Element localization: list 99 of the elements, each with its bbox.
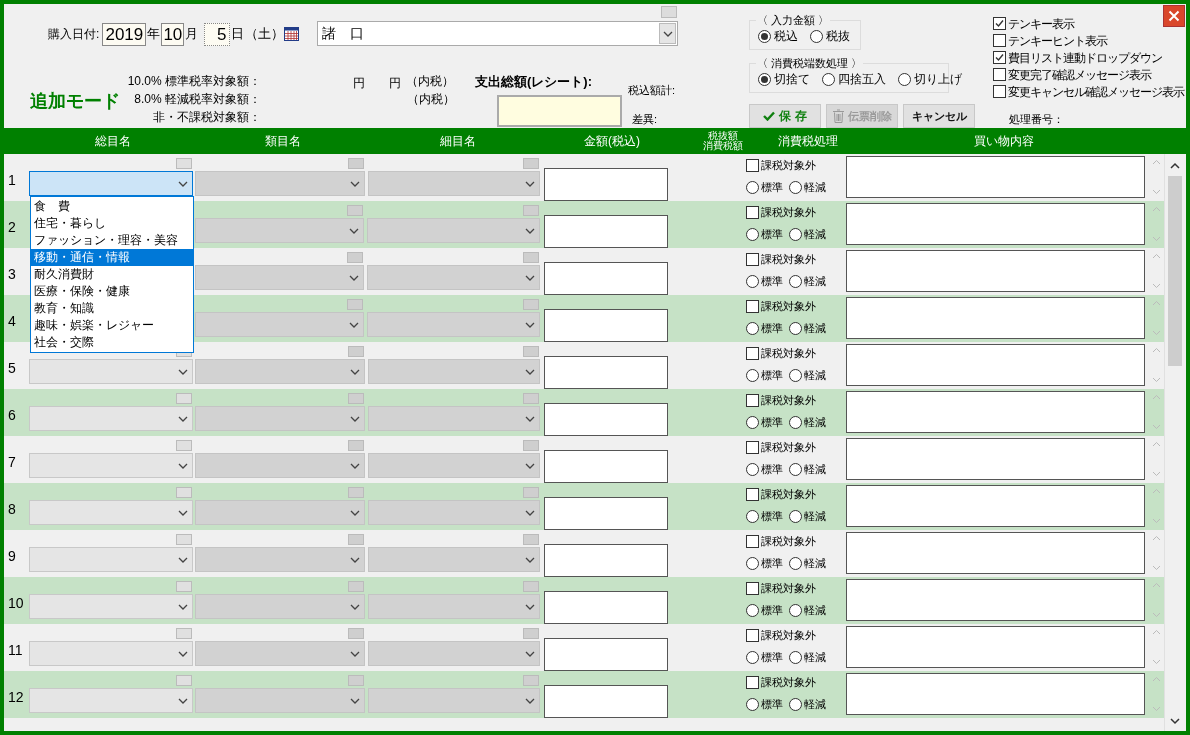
tax-base-label: 8.0% 軽減税率対象額： [134, 91, 261, 108]
total-label: 差異: [632, 111, 659, 127]
save-button[interactable]: 保 存 [749, 104, 821, 128]
setting-label: 変更完了確認メッセージ表示 [1008, 66, 1151, 84]
mode-label: 追加モード [30, 90, 121, 113]
receipt-total-label: 支出総額(レシート): [475, 73, 593, 91]
radio-label: 軽減 [803, 367, 826, 383]
yen-unit: 円 [389, 75, 401, 92]
radio-label: 軽減 [803, 461, 826, 477]
row-number: 4 [7, 313, 17, 329]
group-title: 〈 入力金額 〉 [756, 12, 831, 29]
dropdown-option[interactable]: 移動・通信・情報 [31, 249, 193, 266]
row-number: 1 [7, 172, 17, 188]
radio-label: 軽減 [803, 414, 826, 430]
dropdown-option[interactable]: 社会・交際 [31, 334, 193, 351]
column-header: 総目名 [95, 133, 131, 150]
radio-label: 税込 [774, 28, 798, 45]
radio-label: 標準 [760, 508, 783, 524]
dropdown-option[interactable]: 住宅・暮らし [31, 215, 193, 232]
radio-label: 切り上げ [914, 71, 962, 88]
group-title: 〈 消費税端数処理 〉 [756, 55, 864, 72]
checkbox-label: 課税対象外 [760, 486, 816, 502]
column-header: 買い物内容 [974, 133, 1034, 150]
weekday-label: （土） [245, 25, 285, 44]
yen-unit: 円 [353, 75, 365, 92]
column-header: 金額(税込) [584, 133, 640, 150]
tax-note: （内税） [407, 91, 455, 108]
row-number: 12 [7, 689, 25, 705]
checkbox-label: 課税対象外 [760, 157, 816, 173]
row-number: 3 [7, 266, 17, 282]
radio-label: 標準 [760, 461, 783, 477]
setting-label: テンキーヒント表示 [1008, 32, 1107, 50]
tax-note: （内税） [406, 73, 454, 90]
row-number: 6 [7, 407, 17, 423]
radio-label: 標準 [760, 367, 783, 383]
checkbox-label: 課税対象外 [760, 392, 816, 408]
dropdown-option[interactable]: 医療・保険・健康 [31, 283, 193, 300]
day-unit: 日 [231, 25, 245, 44]
dropdown-option[interactable]: 食 費 [31, 198, 193, 215]
year-unit: 年 [147, 25, 161, 44]
checkbox-label: 課税対象外 [760, 627, 816, 643]
column-header: 類目名 [265, 133, 301, 150]
radio-label: 軽減 [803, 649, 826, 665]
setting-label: 変更キャンセル確認メッセージ表示 [1008, 83, 1184, 101]
checkbox-label: 課税対象外 [760, 345, 816, 361]
radio-label: 軽減 [803, 320, 826, 336]
radio-label: 軽減 [803, 555, 826, 571]
checkbox-label: 課税対象外 [760, 580, 816, 596]
checkbox-label: 課税対象外 [760, 533, 816, 549]
year-field[interactable]: 2019 [102, 22, 147, 46]
checkbox-label: 課税対象外 [760, 204, 816, 220]
store-combo-box[interactable]: 諸 口 [317, 21, 679, 46]
radio-label: 軽減 [803, 226, 826, 242]
dropdown-option[interactable]: ファッション・理容・美容 [31, 232, 193, 249]
radio-label: 四捨五入 [838, 71, 886, 88]
row-number: 8 [7, 501, 17, 517]
row-number: 5 [7, 360, 17, 376]
radio-label: 標準 [760, 696, 783, 712]
radio-label: 軽減 [803, 696, 826, 712]
radio-label: 軽減 [803, 179, 826, 195]
column-header: 税抜額 消費税額 [703, 131, 743, 151]
dropdown-option[interactable]: 趣味・娯楽・レジャー [31, 317, 193, 334]
month-field[interactable]: 10 [161, 22, 185, 46]
radio-label: 標準 [760, 273, 783, 289]
checkbox-label: 課税対象外 [760, 439, 816, 455]
checkbox-label: 課税対象外 [760, 298, 816, 314]
month-unit: 月 [185, 25, 199, 44]
total-label: 税込額計: [628, 83, 676, 98]
date-label: 購入日付: [48, 26, 100, 43]
setting-label: 費目リスト連動ドロップダウン [1008, 49, 1162, 67]
setting-label: テンキー表示 [1008, 15, 1074, 33]
radio-label: 標準 [760, 649, 783, 665]
row-number: 2 [7, 219, 17, 235]
radio-label: 標準 [760, 414, 783, 430]
column-header: 細目名 [440, 133, 476, 150]
radio-label: 標準 [760, 602, 783, 618]
tax-base-label: 非・不課税対象額： [153, 109, 261, 126]
checkbox-label: 課税対象外 [760, 251, 816, 267]
row-number: 9 [7, 548, 17, 564]
tax-base-label: 10.0% 標準税率対象額： [127, 73, 261, 90]
radio-label: 税抜 [826, 28, 850, 45]
dropdown-option[interactable]: 耐久消費財 [31, 266, 193, 283]
process-number-label: 処理番号： [1009, 112, 1065, 127]
radio-label: 切捨て [774, 71, 810, 88]
column-header: 消費税処理 [778, 133, 838, 150]
radio-label: 標準 [760, 320, 783, 336]
radio-label: 軽減 [803, 508, 826, 524]
row-number: 10 [7, 595, 25, 611]
day-field[interactable]: 5 [204, 22, 231, 46]
dropdown-option[interactable]: 教育・知識 [31, 300, 193, 317]
radio-label: 標準 [760, 226, 783, 242]
cancel-button[interactable]: キャンセル [903, 104, 975, 128]
radio-label: 軽減 [803, 602, 826, 618]
row-number: 11 [7, 642, 24, 658]
radio-label: 標準 [760, 555, 783, 571]
row-number: 7 [7, 454, 17, 470]
radio-label: 軽減 [803, 273, 826, 289]
checkbox-label: 課税対象外 [760, 674, 816, 690]
radio-label: 標準 [760, 179, 783, 195]
